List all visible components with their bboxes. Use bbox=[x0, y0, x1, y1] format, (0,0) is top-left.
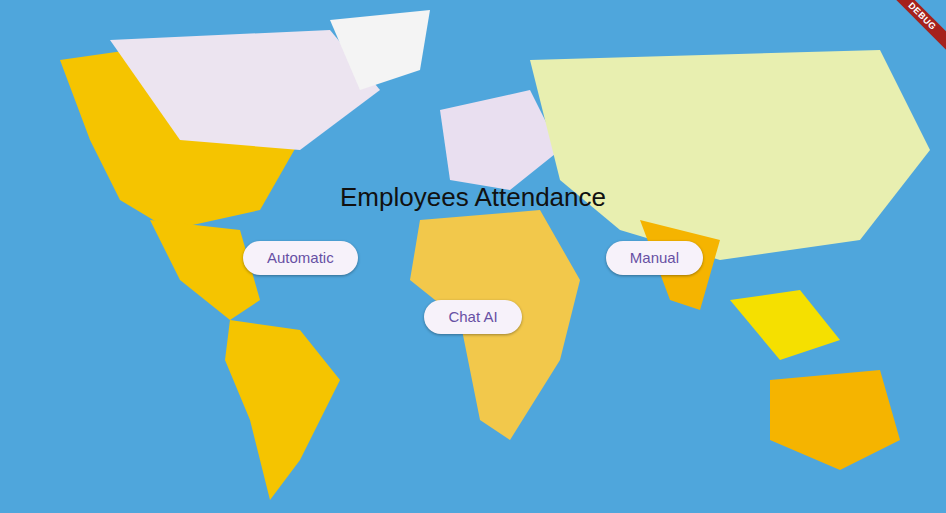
world-map-image bbox=[0, 0, 946, 513]
button-row: Automatic Manual bbox=[243, 241, 703, 275]
button-row: Chat AI bbox=[424, 300, 521, 334]
app-screen: Employees Attendance Automatic Manual Chat… bbox=[0, 0, 946, 513]
menu-button[interactable]: Manual bbox=[606, 241, 703, 275]
menu-panel: Employees Attendance Automatic Manual Chat… bbox=[0, 0, 946, 334]
menu-button[interactable]: Automatic bbox=[243, 241, 358, 275]
menu-button[interactable]: Chat AI bbox=[424, 300, 521, 334]
page-title: Employees Attendance bbox=[340, 182, 606, 213]
button-rows: Automatic Manual Chat AI bbox=[243, 213, 703, 334]
